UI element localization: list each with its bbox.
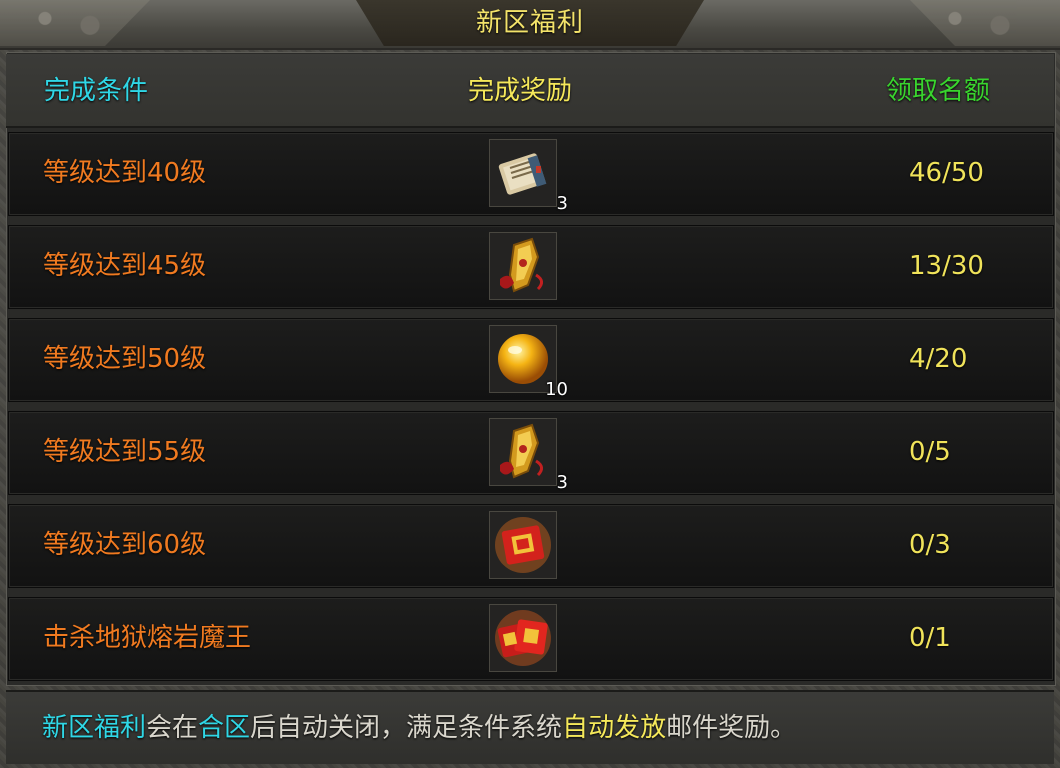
- red-envelope-bundle-icon: [495, 610, 551, 666]
- red-envelope-icon: [495, 517, 551, 573]
- right-ornament-icon: [910, 0, 1060, 46]
- reward-slot[interactable]: [489, 232, 557, 300]
- quota-text: 0/3: [909, 530, 951, 560]
- reward-slot[interactable]: 3: [489, 139, 568, 214]
- note-highlight-new-server: 新区福利: [42, 713, 147, 743]
- title-bar: 新区福利: [0, 0, 1060, 50]
- note-highlight-merge: 合区: [198, 713, 251, 743]
- note-highlight-auto-send: 自动发放: [562, 713, 667, 743]
- reward-count: 3: [556, 472, 568, 493]
- table-header: 完成条件 完成奖励 领取名额: [6, 54, 1054, 128]
- header-reward: 完成奖励: [468, 76, 573, 106]
- window-title: 新区福利: [475, 8, 584, 38]
- quota-text: 4/20: [909, 344, 968, 374]
- condition-text: 等级达到45级: [43, 251, 207, 281]
- scroll-book-icon: [498, 153, 547, 195]
- list-item: 等级达到45级 13/30: [8, 225, 1054, 309]
- reward-slot[interactable]: [489, 604, 557, 672]
- header-quota: 领取名额: [886, 76, 991, 106]
- condition-text: 击杀地狱熔岩魔王: [43, 623, 252, 653]
- reward-slot[interactable]: 10: [489, 325, 568, 400]
- condition-text: 等级达到40级: [43, 158, 207, 188]
- reward-list: 等级达到40级 3 46/50 等级达到45级 13/30 等级达到50级 10…: [8, 132, 1054, 684]
- note-text: 会在: [146, 713, 199, 743]
- list-item: 等级达到50级 10 4/20: [8, 318, 1054, 402]
- quota-text: 0/1: [909, 623, 951, 653]
- note-text: 后自动关闭，满足条件系统: [250, 713, 563, 743]
- condition-text: 等级达到50级: [43, 344, 207, 374]
- reward-count: 10: [545, 379, 568, 400]
- condition-text: 等级达到55级: [43, 437, 207, 467]
- reward-slot[interactable]: [489, 511, 557, 579]
- quota-text: 13/30: [909, 251, 984, 281]
- left-ornament-icon: [0, 0, 150, 46]
- quota-text: 46/50: [909, 158, 984, 188]
- footer-note-panel: 新区福利会在合区后自动关闭，满足条件系统自动发放邮件奖励。: [6, 690, 1054, 764]
- list-item: 等级达到55级 3 0/5: [8, 411, 1054, 495]
- quota-text: 0/5: [909, 437, 951, 467]
- condition-text: 等级达到60级: [43, 530, 207, 560]
- list-item: 击杀地狱熔岩魔王 0/1: [8, 597, 1054, 681]
- note-text: 邮件奖励。: [666, 713, 797, 743]
- reward-count: 3: [556, 193, 568, 214]
- footer-note: 新区福利会在合区后自动关闭，满足条件系统自动发放邮件奖励。: [42, 710, 796, 746]
- reward-slot[interactable]: 3: [489, 418, 568, 493]
- list-item: 等级达到40级 3 46/50: [8, 132, 1054, 216]
- golden-gauntlet-icon: [500, 423, 543, 479]
- list-item: 等级达到60级 0/3: [8, 504, 1054, 588]
- golden-gauntlet-icon: [500, 237, 543, 293]
- header-condition: 完成条件: [44, 76, 149, 106]
